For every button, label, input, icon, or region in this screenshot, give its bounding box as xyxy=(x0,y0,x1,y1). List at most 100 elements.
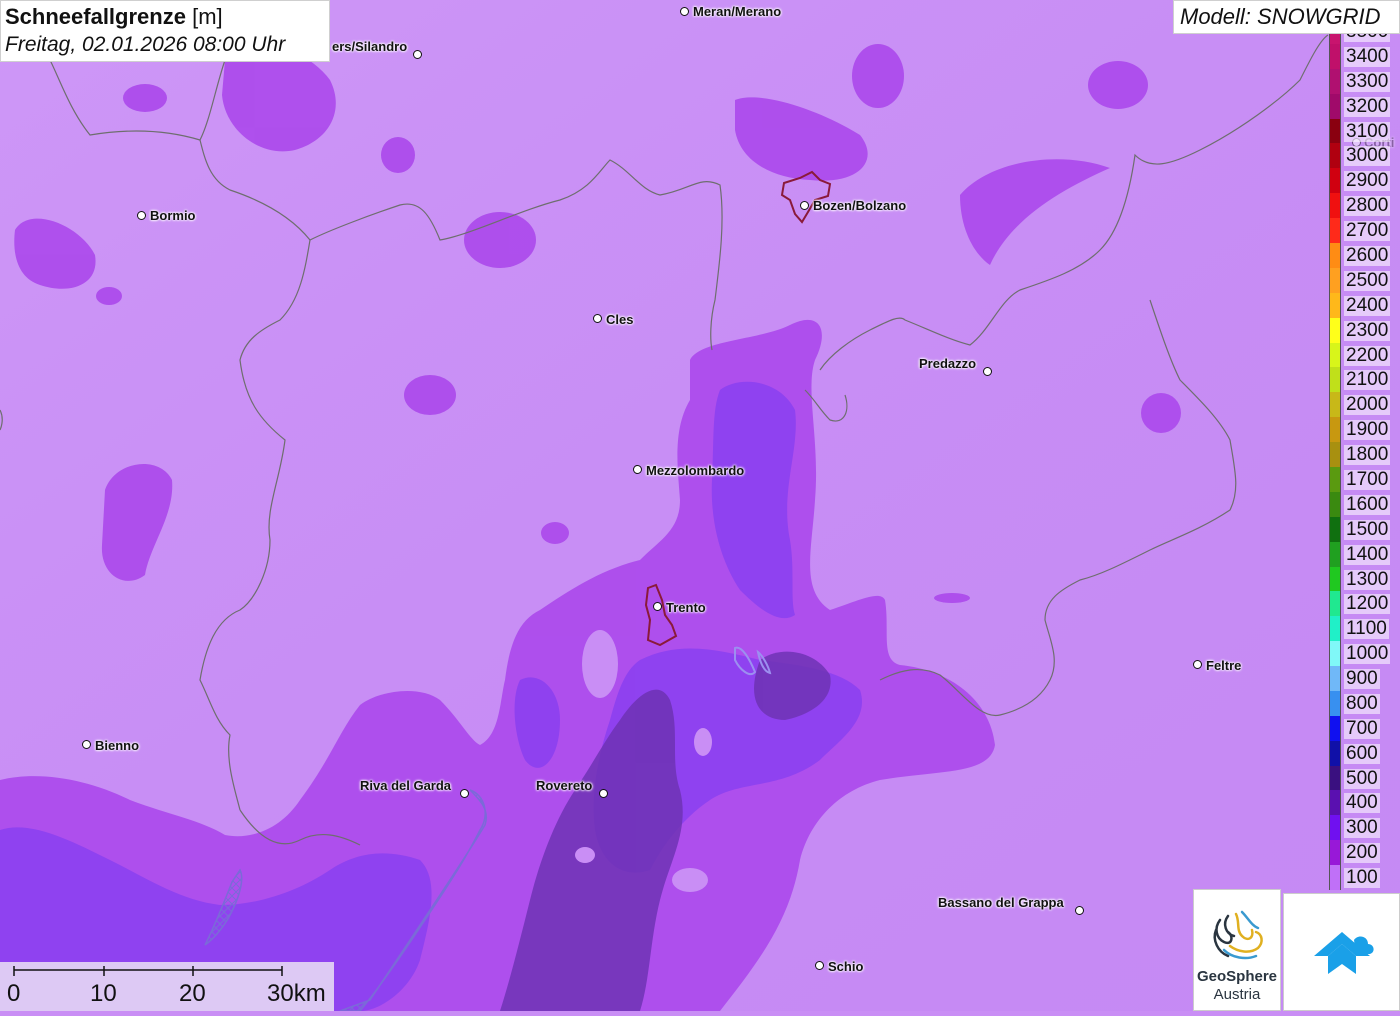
legend-item: 2600 xyxy=(1328,243,1400,268)
scale-bar: 0 10 20 30km xyxy=(0,962,334,1011)
legend-label: 1700 xyxy=(1344,468,1391,490)
map-title: Schneefallgrenze [m] xyxy=(5,3,325,31)
legend-item: 2000 xyxy=(1328,392,1400,418)
legend-swatch xyxy=(1329,93,1341,119)
place-marker-icon xyxy=(593,314,602,323)
legend-item: 100 xyxy=(1328,865,1400,890)
legend-swatch xyxy=(1329,491,1341,517)
legend-item: 1500 xyxy=(1328,516,1400,542)
legend-label: 2900 xyxy=(1344,170,1391,192)
legend-swatch xyxy=(1329,417,1341,443)
place-marker-icon xyxy=(82,740,91,749)
legend-label: 800 xyxy=(1344,692,1380,714)
legend-label: 1400 xyxy=(1344,543,1391,565)
place-label: Bormio xyxy=(150,208,196,223)
legend-item: 1100 xyxy=(1328,616,1400,642)
legend-swatch xyxy=(1329,865,1341,890)
legend-swatch xyxy=(1329,392,1341,418)
legend-label: 1600 xyxy=(1344,493,1391,515)
legend-label: 1100 xyxy=(1344,618,1389,640)
legend-swatch xyxy=(1329,43,1341,69)
legend-swatch xyxy=(1329,118,1341,144)
place-label: Cles xyxy=(606,312,634,327)
legend-item: 2800 xyxy=(1328,193,1400,219)
geosphere-emblem-icon xyxy=(1213,910,1263,960)
legend-swatch xyxy=(1329,193,1341,219)
legend-label: 900 xyxy=(1344,668,1380,690)
place-label: ers/Silandro xyxy=(332,39,408,54)
legend-swatch xyxy=(1329,641,1341,667)
legend-swatch xyxy=(1329,815,1341,841)
legend-label: 3100 xyxy=(1344,120,1391,142)
place-label: Trento xyxy=(666,600,706,615)
geosphere-logo[interactable]: GeoSphere Austria xyxy=(1193,889,1281,1011)
legend-item: 1900 xyxy=(1328,417,1400,443)
legend-label: 1300 xyxy=(1344,568,1391,590)
place-marker-icon xyxy=(599,789,608,798)
legend-item: 500 xyxy=(1328,765,1400,791)
legend-item: 3300 xyxy=(1328,68,1400,94)
legend-swatch xyxy=(1329,715,1341,741)
legend-item: 200 xyxy=(1328,840,1400,866)
place-label: Feltre xyxy=(1206,658,1242,673)
legend-label: 500 xyxy=(1344,767,1380,789)
legend-swatch xyxy=(1329,243,1341,268)
legend-label: 2700 xyxy=(1344,220,1391,242)
snowline-map[interactable] xyxy=(0,0,1400,1011)
map-datetime: Freitag, 02.01.2026 08:00 Uhr xyxy=(5,33,286,56)
legend-label: 2600 xyxy=(1344,245,1391,267)
legend-item: 3000 xyxy=(1328,143,1400,169)
legend-swatch xyxy=(1329,342,1341,368)
legend-swatch xyxy=(1329,666,1341,691)
legend-swatch xyxy=(1329,690,1341,716)
legend-swatch xyxy=(1329,566,1341,592)
legend-label: 2400 xyxy=(1344,294,1391,316)
legend-swatch xyxy=(1329,317,1341,343)
legend-swatch xyxy=(1329,442,1341,467)
legend-item: 3400 xyxy=(1328,43,1400,69)
cloud-arrow-app-icon xyxy=(1314,932,1374,974)
place-marker-icon xyxy=(413,50,422,59)
place-marker-icon xyxy=(1193,660,1202,669)
legend-label: 3300 xyxy=(1344,70,1391,92)
map-title-box: Schneefallgrenze [m] Freitag, 02.01.2026… xyxy=(0,0,330,62)
legend-item: 1200 xyxy=(1328,591,1400,617)
legend-swatch xyxy=(1329,591,1341,617)
legend-swatch xyxy=(1329,790,1341,816)
model-label: Modell: SNOWGRID xyxy=(1173,0,1400,34)
place-label: Bozen/Bolzano xyxy=(813,198,907,213)
legend-label: 2300 xyxy=(1344,319,1391,341)
legend-item: 400 xyxy=(1328,790,1400,816)
place-label: Rovereto xyxy=(536,778,593,793)
legend-item: 900 xyxy=(1328,666,1400,691)
place-label: Mezzolombardo xyxy=(646,463,745,478)
legend-item: 3100 xyxy=(1328,118,1400,144)
legend-swatch xyxy=(1329,765,1341,791)
legend-item: 300 xyxy=(1328,815,1400,841)
place-marker-icon xyxy=(137,211,146,220)
legend-item: 3500 xyxy=(1328,34,1400,44)
place-label: Schio xyxy=(828,959,864,974)
geosphere-name: GeoSphere xyxy=(1196,968,1278,985)
legend-label: 200 xyxy=(1344,842,1380,864)
place-marker-icon xyxy=(983,367,992,376)
legend-label: 2200 xyxy=(1344,344,1391,366)
geosphere-country: Austria xyxy=(1213,986,1261,1003)
legend-item: 600 xyxy=(1328,740,1400,766)
legend-swatch xyxy=(1329,466,1341,492)
place-label: Predazzo xyxy=(919,356,977,371)
scale-label-0: 0 xyxy=(7,980,21,1007)
legend-swatch xyxy=(1329,541,1341,567)
legend-swatch xyxy=(1329,516,1341,542)
legend-label: 3000 xyxy=(1344,145,1391,167)
legend-swatch xyxy=(1329,68,1341,94)
legend-item: 700 xyxy=(1328,715,1400,741)
place-label: Riva del Garda xyxy=(360,778,452,793)
place-marker-icon xyxy=(633,465,642,474)
legend-label: 2100 xyxy=(1344,369,1391,391)
legend-swatch xyxy=(1329,740,1341,766)
legend-label: 1500 xyxy=(1344,518,1391,540)
place-label: Meran/Merano xyxy=(693,4,782,19)
legend-swatch xyxy=(1329,267,1341,293)
app-logo[interactable] xyxy=(1283,893,1400,1011)
